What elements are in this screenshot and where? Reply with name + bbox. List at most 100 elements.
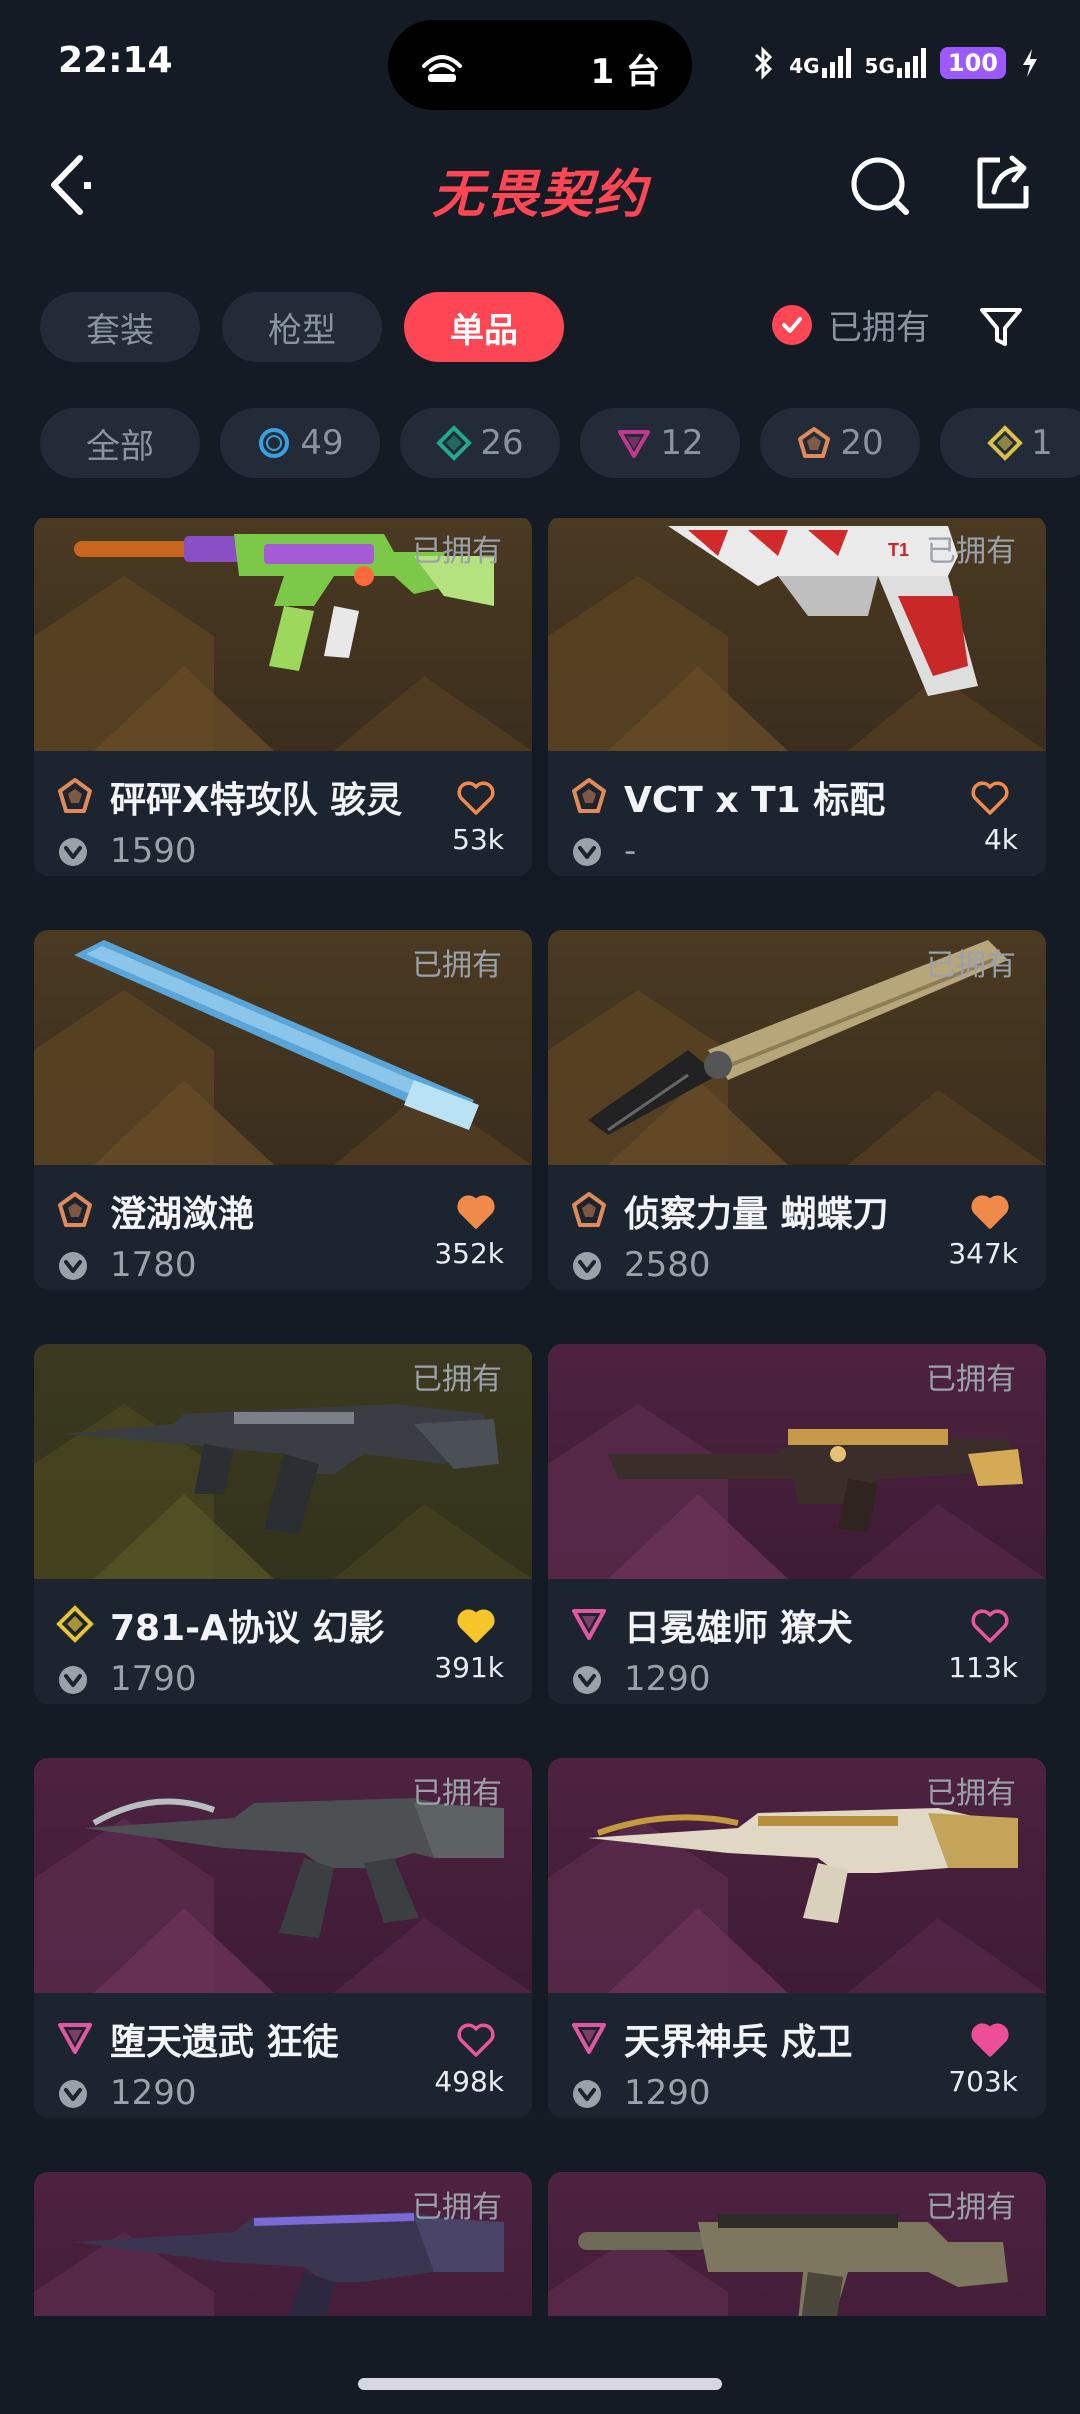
- vp-currency-icon: [573, 1252, 601, 1280]
- battery-level: 100: [939, 47, 1006, 79]
- tab-weapon-type[interactable]: 枪型: [222, 292, 382, 362]
- owned-tag: 已拥有: [412, 1362, 502, 1397]
- filter-icon[interactable]: [976, 302, 1026, 352]
- skin-price: 1290: [624, 1659, 711, 1699]
- skin-card[interactable]: 已拥有 日冕雄师 獠犬 1290 113k: [548, 1344, 1046, 1704]
- status-icons: 4G 5G 100: [753, 38, 1040, 88]
- skin-card[interactable]: 已拥有天界神兵 戍卫 1290 703k: [548, 1758, 1046, 2118]
- premium-tier-icon: [58, 2023, 92, 2054]
- skin-name: 781-A协议 幻影: [110, 1608, 385, 1649]
- search-icon[interactable]: [848, 154, 912, 218]
- owned-tag: 已拥有: [926, 1776, 1016, 1811]
- category-tabs: 套装 枪型 单品: [40, 292, 564, 362]
- deluxe-tier-icon: [436, 425, 473, 461]
- vp-currency-icon: [59, 1252, 87, 1280]
- skin-card[interactable]: 已拥有 澄湖潋滟 1780 352k: [34, 930, 532, 1290]
- skin-card[interactable]: 已拥有: [548, 2172, 1046, 2316]
- tab-bundle[interactable]: 套装: [40, 292, 200, 362]
- skin-image: 已拥有: [34, 1758, 532, 1993]
- owned-tag: 已拥有: [412, 534, 502, 569]
- bottom-gesture-area: [0, 2318, 1080, 2414]
- share-icon[interactable]: [972, 152, 1034, 214]
- chip-exclusive-tier[interactable]: 20: [760, 408, 920, 478]
- like-count: 4k: [983, 823, 1018, 856]
- tab-single-item[interactable]: 单品: [404, 292, 564, 362]
- premium-tier-icon: [572, 2023, 606, 2054]
- heart-icon[interactable]: [970, 1607, 1010, 1643]
- signal-5g-icon: 5G: [865, 48, 926, 78]
- skin-card[interactable]: 已拥有 侦察力量 蝴蝶刀 2580 347k: [548, 930, 1046, 1290]
- exclusive-tier-icon: [58, 778, 92, 813]
- like-count: 391k: [434, 1651, 504, 1684]
- heart-icon[interactable]: [456, 1193, 496, 1229]
- skin-image: 已拥有: [548, 2172, 1046, 2316]
- skin-price: -: [624, 831, 637, 871]
- card-info: 天界神兵 戍卫 1290 703k: [548, 1993, 1046, 2118]
- vp-currency-icon: [573, 1666, 601, 1694]
- page-title: 无畏契约: [431, 165, 648, 225]
- skin-price: 1290: [624, 2073, 711, 2113]
- chip-label: 全部: [86, 426, 154, 467]
- signal-4g-icon: 4G: [789, 48, 851, 78]
- skin-card[interactable]: 已拥有: [34, 2172, 532, 2316]
- premium-tier-icon: [572, 1609, 606, 1640]
- chip-premium-tier[interactable]: 12: [580, 408, 740, 478]
- island-text: 1 台: [590, 52, 661, 92]
- chip-select-tier[interactable]: 49: [220, 408, 380, 478]
- exclusive-tier-icon: [798, 427, 831, 458]
- vp-currency-icon: [573, 2080, 601, 2108]
- dynamic-island[interactable]: 1 台: [388, 20, 692, 110]
- skin-name: VCT x T1 标配: [624, 780, 886, 821]
- select-tier-icon: [259, 428, 290, 458]
- chip-label: 1: [1031, 423, 1053, 463]
- heart-icon[interactable]: [970, 779, 1010, 815]
- like-count: 352k: [434, 1237, 504, 1270]
- chip-deluxe-tier[interactable]: 26: [400, 408, 560, 478]
- premium-tier-icon: [618, 430, 651, 458]
- skin-card[interactable]: 已拥有堕天遗武 狂徒 1290 498k: [34, 1758, 532, 2118]
- owned-tag: 已拥有: [926, 2190, 1016, 2225]
- vp-currency-icon: [59, 838, 87, 866]
- skin-card[interactable]: 已拥有 781-A协议 幻影 1790 391k: [34, 1344, 532, 1704]
- skin-image: 已拥有: [548, 930, 1046, 1165]
- exclusive-tier-icon: [572, 778, 606, 813]
- skin-card[interactable]: 已拥有砰砰X特攻队 骇灵 1590 53k: [34, 518, 532, 876]
- card-info: 781-A协议 幻影 1790 391k: [34, 1579, 532, 1704]
- home-indicator[interactable]: [358, 2378, 722, 2390]
- skin-name: 砰砰X特攻队 骇灵: [110, 780, 403, 821]
- heart-icon[interactable]: [970, 2021, 1010, 2057]
- app-header: 无畏契约: [0, 130, 1080, 240]
- skin-name: 堕天遗武 狂徒: [110, 2022, 339, 2063]
- like-count: 347k: [948, 1237, 1018, 1270]
- heart-icon[interactable]: [970, 1193, 1010, 1229]
- status-time: 22:14: [58, 40, 173, 81]
- tier-filter-chips: 全部 49 26 12 20 1: [40, 408, 1080, 478]
- status-bar: 22:14 1 台 4G 5G 100: [0, 0, 1080, 130]
- heart-icon[interactable]: [456, 2021, 496, 2057]
- skin-name: 日冕雄师 獠犬: [624, 1608, 853, 1649]
- skin-price: 1290: [110, 2073, 197, 2113]
- like-count: 53k: [452, 823, 504, 856]
- card-info: 日冕雄师 獠犬 1290 113k: [548, 1579, 1046, 1704]
- ultra-tier-icon: [56, 1605, 94, 1643]
- skin-card[interactable]: T1 已拥有 VCT x T1 标配 - 4k: [548, 518, 1046, 876]
- chip-all[interactable]: 全部: [40, 408, 200, 478]
- like-count: 498k: [434, 2065, 504, 2098]
- chip-ultra-tier[interactable]: 1: [940, 408, 1080, 478]
- vp-currency-icon: [59, 2080, 87, 2108]
- exclusive-tier-icon: [58, 1192, 92, 1227]
- owned-filter-toggle[interactable]: 已拥有: [772, 300, 930, 349]
- skin-price: 1790: [110, 1659, 197, 1699]
- owned-tag: 已拥有: [412, 1776, 502, 1811]
- owned-tag: 已拥有: [412, 2190, 502, 2225]
- skin-grid[interactable]: 已拥有 砰砰X特攻队 骇灵 1590 53k T1 已拥有 VCT x T1 标配 -4k …: [34, 518, 1046, 2316]
- card-info: VCT x T1 标配 - 4k: [548, 751, 1046, 876]
- vp-currency-icon: [59, 1666, 87, 1694]
- heart-icon[interactable]: [456, 779, 496, 815]
- heart-icon[interactable]: [456, 1607, 496, 1643]
- car-connect-icon: [422, 55, 462, 82]
- card-info: 砰砰X特攻队 骇灵 1590 53k: [34, 751, 532, 876]
- owned-tag: 已拥有: [926, 948, 1016, 983]
- ultra-tier-icon: [987, 425, 1024, 461]
- skin-name: 侦察力量 蝴蝶刀: [624, 1194, 889, 1235]
